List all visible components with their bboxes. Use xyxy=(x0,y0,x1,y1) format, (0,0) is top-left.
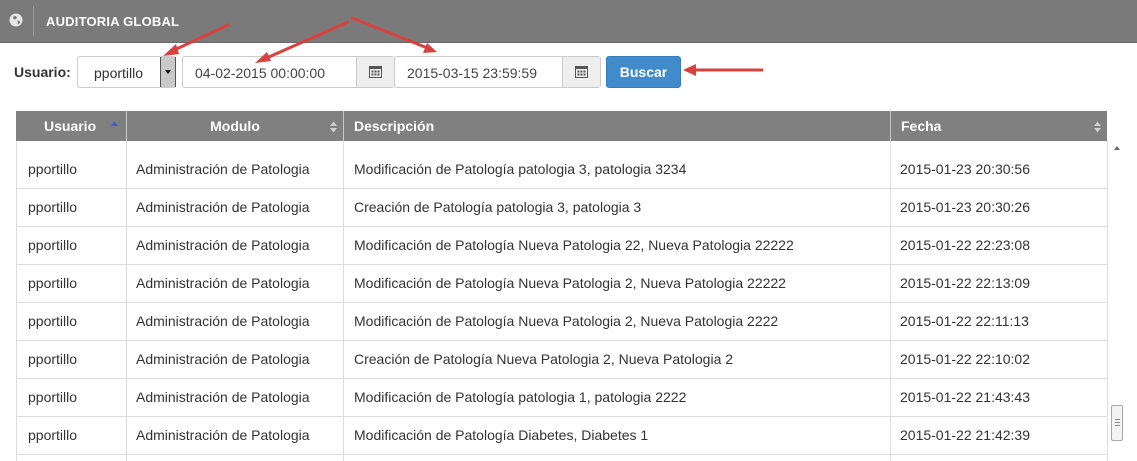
table-row[interactable]: pportillo Administración de Patologia Modi… xyxy=(16,379,1107,417)
cell-modulo: Administración de Patologia xyxy=(136,351,310,367)
column-header-descripcion-label: Descripción xyxy=(354,118,435,134)
title-separator xyxy=(33,6,34,36)
user-select[interactable]: pportillo xyxy=(77,56,176,88)
column-header-modulo[interactable]: Modulo xyxy=(127,111,343,141)
cell-descripcion: Modificación de Patología patologia 1, p… xyxy=(354,389,687,405)
cell-modulo: Administración de Patologia xyxy=(136,275,310,291)
title-bar: AUDITORIA GLOBAL xyxy=(0,0,1137,43)
user-select-value: pportillo xyxy=(94,65,144,81)
column-divider xyxy=(126,141,127,461)
arrowhead xyxy=(423,43,437,53)
search-button[interactable]: Buscar xyxy=(606,56,681,88)
cell-fecha: 2015-01-22 22:11:13 xyxy=(900,313,1029,329)
cell-descripcion: Modificación de Patología Nueva Patologi… xyxy=(354,275,786,291)
cell-modulo: Administración de Patologia xyxy=(136,237,310,253)
cell-descripcion: Modificación de Patología Diabetes, Diab… xyxy=(354,427,649,443)
table-header: Usuario Modulo Descripción Fecha xyxy=(16,111,1107,141)
column-header-fecha[interactable]: Fecha xyxy=(891,111,1107,141)
page-title: AUDITORIA GLOBAL xyxy=(46,14,180,29)
cell-usuario: pportillo xyxy=(28,389,78,405)
grip-line xyxy=(1115,422,1120,423)
arrowhead xyxy=(163,44,179,56)
cell-fecha: 2015-01-23 20:30:56 xyxy=(900,161,1030,177)
table-row[interactable]: pportillo Administración de Patologia Modi… xyxy=(16,303,1107,341)
cell-usuario: pportillo xyxy=(28,237,78,253)
column-divider xyxy=(16,141,17,461)
cell-fecha: 2015-01-23 20:30:26 xyxy=(900,199,1030,215)
date-from-field[interactable]: 04-02-2015 00:00:00 xyxy=(182,56,395,88)
table-row[interactable]: pportillo Administración de Patologia Modi… xyxy=(16,227,1107,265)
date-to-value: 2015-03-15 23:59:59 xyxy=(407,65,537,81)
sort-icon xyxy=(330,121,337,133)
cell-descripcion: Creación de Patología patologia 3, patol… xyxy=(354,199,642,215)
table-row[interactable]: pportillo Administración de Patologia Crea… xyxy=(16,189,1107,227)
cell-descripcion: Modificación de Patología Nueva Patologi… xyxy=(354,313,779,329)
cell-modulo: Administración de Patologia xyxy=(136,161,310,177)
column-divider xyxy=(343,141,344,461)
cell-descripcion: Modificación de Patología patologia 3, p… xyxy=(354,161,687,177)
cell-modulo: Administración de Patologia xyxy=(136,199,310,215)
column-header-usuario-label: Usuario xyxy=(44,118,97,134)
cell-descripcion: Modificación de Patología Nueva Patologi… xyxy=(354,237,794,253)
cell-descripcion: Creación de Patología Nueva Patologia 2,… xyxy=(354,351,734,367)
table-row[interactable]: pportillo Administración de Patologia Crea… xyxy=(16,341,1107,379)
chevron-down-icon[interactable] xyxy=(160,57,176,87)
date-from-calendar-button[interactable] xyxy=(356,57,394,87)
cell-fecha: 2015-01-22 21:43:43 xyxy=(900,389,1030,405)
cell-modulo: Administración de Patologia xyxy=(136,389,310,405)
column-header-modulo-label: Modulo xyxy=(210,118,260,134)
cell-fecha: 2015-01-22 22:23:08 xyxy=(900,237,1030,253)
user-filter-label: Usuario: xyxy=(14,64,71,80)
column-divider xyxy=(1107,141,1108,461)
table-row[interactable]: pportillo Administración de Patologia Modi… xyxy=(16,417,1107,455)
cell-usuario: pportillo xyxy=(28,313,78,329)
cell-usuario: pportillo xyxy=(28,427,78,443)
column-header-usuario[interactable]: Usuario xyxy=(16,111,126,141)
table-body: pportillo Administración de Patologia Modi… xyxy=(16,141,1107,461)
table-row[interactable]: pportillo Administración de Patologia Modi… xyxy=(16,151,1107,189)
cell-modulo: Administración de Patologia xyxy=(136,313,310,329)
cell-usuario: pportillo xyxy=(28,275,78,291)
globe-icon xyxy=(9,13,23,27)
table-scrollbar[interactable] xyxy=(1110,141,1126,461)
cell-modulo: Administración de Patologia xyxy=(136,427,310,443)
arrowhead xyxy=(683,64,696,76)
scroll-up-arrow-icon[interactable] xyxy=(1114,146,1120,150)
calendar-icon xyxy=(575,66,588,78)
sort-icon xyxy=(1094,121,1101,133)
grip-line xyxy=(1115,425,1120,426)
column-divider xyxy=(890,141,891,461)
cell-usuario: pportillo xyxy=(28,161,78,177)
cell-usuario: pportillo xyxy=(28,351,78,367)
date-from-value: 04-02-2015 00:00:00 xyxy=(195,65,325,81)
cell-fecha: 2015-01-22 22:13:09 xyxy=(900,275,1030,291)
table-row[interactable]: pportillo Administración de Patologia Modi… xyxy=(16,265,1107,303)
calendar-icon xyxy=(369,66,382,78)
sort-asc-icon xyxy=(111,121,118,126)
column-header-fecha-label: Fecha xyxy=(901,118,942,134)
date-to-calendar-button[interactable] xyxy=(562,57,600,87)
cell-usuario: pportillo xyxy=(28,199,78,215)
cell-fecha: 2015-01-22 21:42:39 xyxy=(900,427,1030,443)
cell-fecha: 2015-01-22 22:10:02 xyxy=(900,351,1030,367)
scrollbar-thumb[interactable] xyxy=(1111,405,1123,441)
grip-line xyxy=(1115,419,1120,420)
date-to-field[interactable]: 2015-03-15 23:59:59 xyxy=(394,56,601,88)
column-header-descripcion[interactable]: Descripción xyxy=(344,111,890,141)
